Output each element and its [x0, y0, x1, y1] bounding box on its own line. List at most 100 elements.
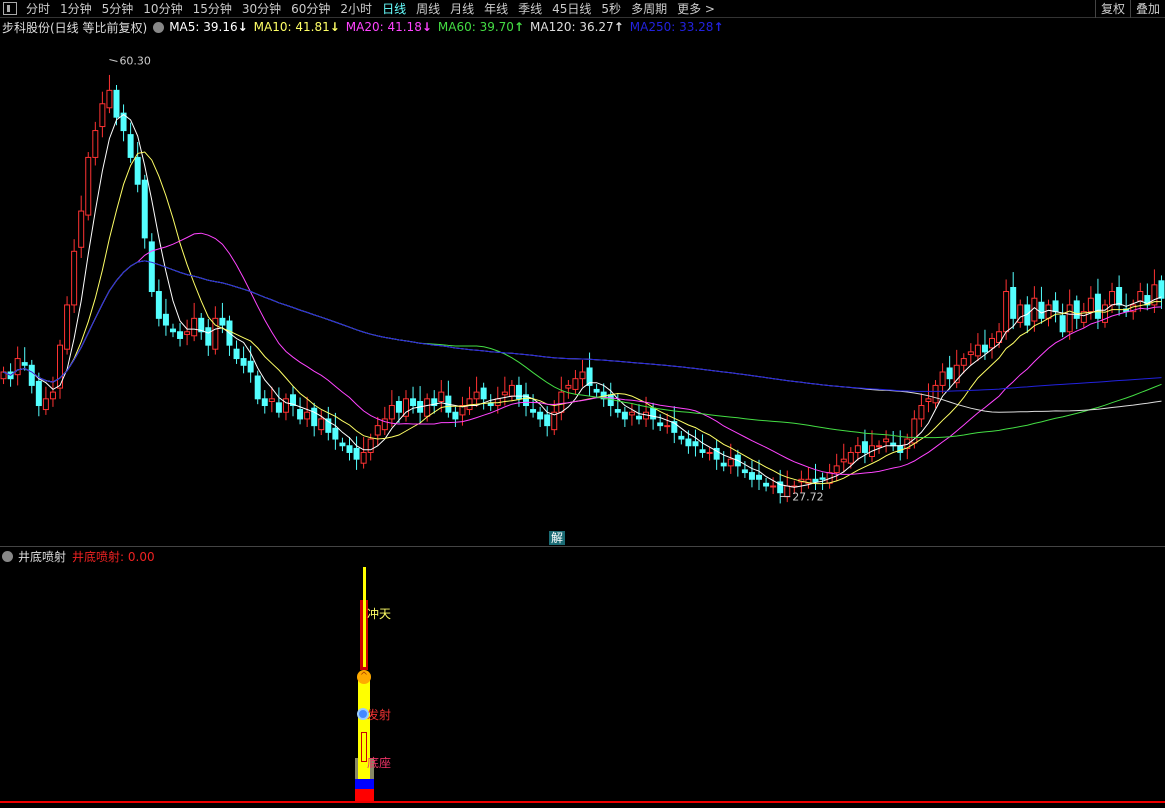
candle-up [833, 465, 840, 474]
candle-down [297, 409, 304, 420]
ma-value: MA5: 39.16 [169, 20, 238, 34]
candle-up [960, 358, 967, 366]
period-tab[interactable]: 日线 [377, 0, 411, 17]
candle-up [706, 451, 713, 454]
candle-down [1052, 300, 1059, 313]
candle-up [770, 485, 777, 488]
overlay-button[interactable]: 叠加 [1129, 0, 1165, 18]
candle-up [85, 156, 92, 216]
candle-down [515, 384, 522, 400]
period-tab[interactable]: 分时 [21, 0, 55, 17]
candle-up [282, 398, 289, 413]
ma-legend-item: MA250: 33.28↑ [630, 20, 724, 34]
period-tab[interactable]: 30分钟 [237, 0, 286, 17]
candle-down [1094, 293, 1101, 319]
candle-up [1087, 297, 1094, 313]
fuquan-button[interactable]: 复权 [1094, 0, 1130, 18]
candle-up [184, 331, 191, 335]
candle-up [876, 445, 883, 448]
candle-up [558, 391, 565, 413]
price-chart[interactable]: 60.30 27.72 [0, 0, 1165, 808]
indicator-settings-icon[interactable] [2, 551, 13, 562]
candle-down [134, 156, 141, 185]
candle-up [360, 451, 367, 464]
sidebar-toggle-icon[interactable] [3, 2, 17, 15]
candle-down [21, 362, 28, 366]
settings-circle-icon[interactable] [153, 21, 165, 33]
candle-up [71, 250, 78, 306]
candle-up [847, 451, 854, 464]
zero-line [0, 801, 1165, 803]
candle-up [466, 398, 473, 411]
period-tab[interactable]: 月线 [445, 0, 479, 17]
period-tab[interactable]: 多周期 [626, 0, 672, 17]
candle-up [42, 398, 49, 411]
candle-up [1066, 304, 1073, 333]
candle-up [473, 391, 480, 400]
period-tab[interactable]: 更多 > [672, 0, 720, 17]
ma-legend-item: MA5: 39.16↓ [169, 20, 247, 34]
candle-down [1059, 315, 1066, 333]
ma-value: MA250: 33.28 [629, 20, 714, 34]
candle-down [169, 328, 176, 333]
indicator-spike-yellow [363, 567, 366, 667]
candle-up [268, 398, 275, 402]
jie-button[interactable]: 解 [549, 531, 566, 545]
candle-down [395, 400, 402, 413]
ma10-line [3, 151, 1162, 485]
candle-down [897, 445, 904, 453]
indicator-value: 井底喷射: 0.00 [72, 550, 155, 564]
candle-down [410, 398, 417, 407]
candle-down [635, 415, 642, 420]
period-tab[interactable]: 45日线 [547, 0, 596, 17]
candle-down [650, 407, 657, 420]
candle-down [113, 89, 120, 118]
candle-down [353, 447, 360, 460]
ma-value: MA120: 36.27 [530, 20, 614, 34]
period-tab[interactable]: 5秒 [596, 0, 626, 17]
candle-down [247, 360, 254, 373]
candle-down [162, 313, 169, 326]
ma-legend-item: MA10: 41.81↓ [254, 20, 340, 34]
period-tab[interactable]: 5分钟 [97, 0, 139, 17]
candle-down [452, 411, 459, 420]
candle-down [530, 409, 537, 413]
label-fashe: 发射 [367, 708, 392, 722]
period-tab[interactable]: 2小时 [335, 0, 377, 17]
candle-up [438, 391, 445, 402]
period-tab[interactable]: 季线 [513, 0, 547, 17]
period-tab[interactable]: 15分钟 [188, 0, 237, 17]
candle-up [106, 89, 113, 109]
candle-up [304, 411, 311, 420]
ma-value: MA60: 39.70 [437, 20, 514, 34]
candle-up [967, 351, 974, 356]
candle-up [1109, 291, 1116, 306]
period-tab[interactable]: 10分钟 [138, 0, 187, 17]
candle-down [332, 427, 339, 440]
candle-down [685, 438, 692, 447]
arrow-down-icon: ↓ [237, 20, 248, 34]
candle-down [657, 422, 664, 427]
period-tab[interactable]: 年线 [479, 0, 513, 17]
candle-up [974, 344, 981, 357]
candle-down [678, 435, 685, 440]
period-toolbar: 分时 1分钟 5分钟 10分钟 15分钟 30分钟 60分钟 2小时 日线 周线 月线 年线 季线 45日… [0, 0, 1165, 18]
candle-up [374, 425, 381, 436]
panel-divider[interactable] [0, 546, 1165, 547]
candle-up [883, 438, 890, 443]
candle-up [784, 485, 791, 498]
period-tab[interactable]: 周线 [411, 0, 445, 17]
candle-up [932, 384, 939, 404]
candle-up [572, 378, 579, 390]
candle-up [78, 210, 85, 248]
candle-up [1137, 291, 1144, 302]
ma20-line [3, 232, 1162, 475]
candle-up [727, 458, 734, 467]
candle-up [628, 411, 635, 416]
period-tab[interactable]: 1分钟 [55, 0, 97, 17]
candle-down [1010, 287, 1017, 319]
candle-down [748, 472, 755, 480]
period-tab[interactable]: 60分钟 [286, 0, 335, 17]
candle-down [339, 442, 346, 447]
candle-up [1003, 291, 1010, 333]
